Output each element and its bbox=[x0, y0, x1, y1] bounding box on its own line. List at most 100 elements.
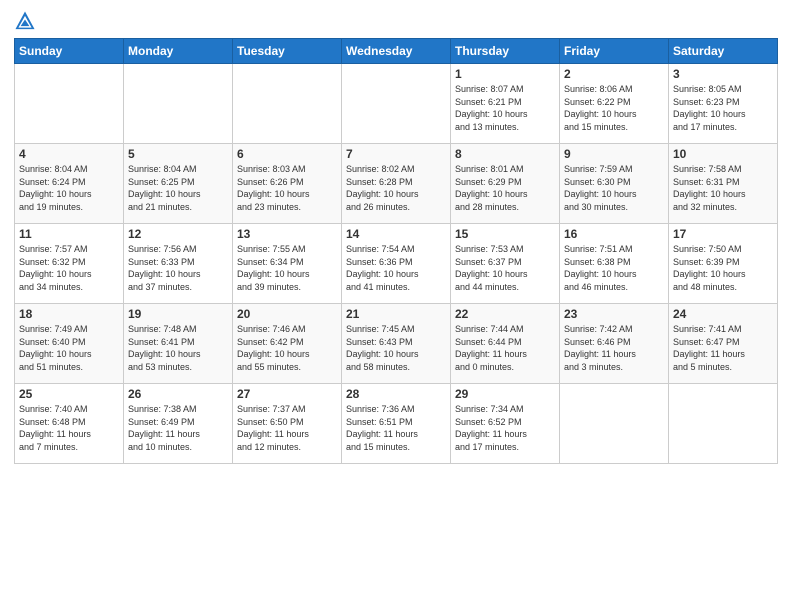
calendar-header bbox=[14, 10, 778, 32]
day-info: Sunrise: 8:01 AM Sunset: 6:29 PM Dayligh… bbox=[455, 163, 555, 213]
calendar-cell: 17 Sunrise: 7:50 AM Sunset: 6:39 PM Dayli… bbox=[669, 224, 778, 304]
day-header-tuesday: Tuesday bbox=[233, 39, 342, 64]
calendar-page: SundayMondayTuesdayWednesdayThursdayFrid… bbox=[0, 0, 792, 612]
day-number: 22 bbox=[455, 307, 555, 321]
day-number: 27 bbox=[237, 387, 337, 401]
day-info: Sunrise: 7:38 AM Sunset: 6:49 PM Dayligh… bbox=[128, 403, 228, 453]
day-number: 17 bbox=[673, 227, 773, 241]
day-info: Sunrise: 7:45 AM Sunset: 6:43 PM Dayligh… bbox=[346, 323, 446, 373]
calendar-cell: 1Sunrise: 8:07 AM Sunset: 6:21 PM Daylig… bbox=[451, 64, 560, 144]
calendar-cell: 3Sunrise: 8:05 AM Sunset: 6:23 PM Daylig… bbox=[669, 64, 778, 144]
logo-icon bbox=[14, 10, 36, 32]
calendar-cell bbox=[342, 64, 451, 144]
day-info: Sunrise: 7:40 AM Sunset: 6:48 PM Dayligh… bbox=[19, 403, 119, 453]
calendar-cell: 12 Sunrise: 7:56 AM Sunset: 6:33 PM Dayli… bbox=[124, 224, 233, 304]
calendar-week-5: 25 Sunrise: 7:40 AM Sunset: 6:48 PM Dayli… bbox=[15, 384, 778, 464]
day-info: Sunrise: 7:48 AM Sunset: 6:41 PM Dayligh… bbox=[128, 323, 228, 373]
day-number: 28 bbox=[346, 387, 446, 401]
calendar-cell: 25 Sunrise: 7:40 AM Sunset: 6:48 PM Dayli… bbox=[15, 384, 124, 464]
day-number: 3 bbox=[673, 67, 773, 81]
day-number: 15 bbox=[455, 227, 555, 241]
calendar-cell: 7 Sunrise: 8:02 AM Sunset: 6:28 PM Daylig… bbox=[342, 144, 451, 224]
day-info: Sunrise: 8:04 AM Sunset: 6:25 PM Dayligh… bbox=[128, 163, 228, 213]
calendar-week-4: 18 Sunrise: 7:49 AM Sunset: 6:40 PM Dayli… bbox=[15, 304, 778, 384]
day-info: Sunrise: 7:50 AM Sunset: 6:39 PM Dayligh… bbox=[673, 243, 773, 293]
day-info: Sunrise: 7:36 AM Sunset: 6:51 PM Dayligh… bbox=[346, 403, 446, 453]
day-info: Sunrise: 8:02 AM Sunset: 6:28 PM Dayligh… bbox=[346, 163, 446, 213]
day-info: Sunrise: 7:54 AM Sunset: 6:36 PM Dayligh… bbox=[346, 243, 446, 293]
calendar-cell: 26Sunrise: 7:38 AM Sunset: 6:49 PM Dayli… bbox=[124, 384, 233, 464]
day-number: 11 bbox=[19, 227, 119, 241]
day-number: 14 bbox=[346, 227, 446, 241]
day-number: 18 bbox=[19, 307, 119, 321]
day-info: Sunrise: 8:04 AM Sunset: 6:24 PM Dayligh… bbox=[19, 163, 119, 213]
calendar-cell: 27 Sunrise: 7:37 AM Sunset: 6:50 PM Dayli… bbox=[233, 384, 342, 464]
calendar-cell: 4 Sunrise: 8:04 AM Sunset: 6:24 PM Daylig… bbox=[15, 144, 124, 224]
day-header-saturday: Saturday bbox=[669, 39, 778, 64]
day-number: 5 bbox=[128, 147, 228, 161]
calendar-cell: 13 Sunrise: 7:55 AM Sunset: 6:34 PM Dayli… bbox=[233, 224, 342, 304]
day-number: 10 bbox=[673, 147, 773, 161]
calendar-cell: 10 Sunrise: 7:58 AM Sunset: 6:31 PM Dayli… bbox=[669, 144, 778, 224]
day-number: 16 bbox=[564, 227, 664, 241]
calendar-cell: 21 Sunrise: 7:45 AM Sunset: 6:43 PM Dayli… bbox=[342, 304, 451, 384]
day-number: 6 bbox=[237, 147, 337, 161]
day-info: Sunrise: 7:55 AM Sunset: 6:34 PM Dayligh… bbox=[237, 243, 337, 293]
day-header-sunday: Sunday bbox=[15, 39, 124, 64]
calendar-cell: 28 Sunrise: 7:36 AM Sunset: 6:51 PM Dayli… bbox=[342, 384, 451, 464]
day-header-friday: Friday bbox=[560, 39, 669, 64]
day-info: Sunrise: 7:57 AM Sunset: 6:32 PM Dayligh… bbox=[19, 243, 119, 293]
calendar-cell: 5 Sunrise: 8:04 AM Sunset: 6:25 PM Daylig… bbox=[124, 144, 233, 224]
calendar-cell: 11 Sunrise: 7:57 AM Sunset: 6:32 PM Dayli… bbox=[15, 224, 124, 304]
day-info: Sunrise: 7:37 AM Sunset: 6:50 PM Dayligh… bbox=[237, 403, 337, 453]
day-header-wednesday: Wednesday bbox=[342, 39, 451, 64]
calendar-cell: 18 Sunrise: 7:49 AM Sunset: 6:40 PM Dayli… bbox=[15, 304, 124, 384]
calendar-cell: 19 Sunrise: 7:48 AM Sunset: 6:41 PM Dayli… bbox=[124, 304, 233, 384]
calendar-cell: 15Sunrise: 7:53 AM Sunset: 6:37 PM Dayli… bbox=[451, 224, 560, 304]
day-number: 19 bbox=[128, 307, 228, 321]
day-number: 21 bbox=[346, 307, 446, 321]
day-info: Sunrise: 7:44 AM Sunset: 6:44 PM Dayligh… bbox=[455, 323, 555, 373]
day-number: 4 bbox=[19, 147, 119, 161]
calendar-cell bbox=[233, 64, 342, 144]
day-info: Sunrise: 7:58 AM Sunset: 6:31 PM Dayligh… bbox=[673, 163, 773, 213]
calendar-cell: 6 Sunrise: 8:03 AM Sunset: 6:26 PM Daylig… bbox=[233, 144, 342, 224]
day-number: 24 bbox=[673, 307, 773, 321]
day-info: Sunrise: 7:42 AM Sunset: 6:46 PM Dayligh… bbox=[564, 323, 664, 373]
day-number: 23 bbox=[564, 307, 664, 321]
day-info: Sunrise: 7:46 AM Sunset: 6:42 PM Dayligh… bbox=[237, 323, 337, 373]
logo bbox=[14, 10, 40, 32]
calendar-cell: 24 Sunrise: 7:41 AM Sunset: 6:47 PM Dayli… bbox=[669, 304, 778, 384]
day-info: Sunrise: 7:56 AM Sunset: 6:33 PM Dayligh… bbox=[128, 243, 228, 293]
day-number: 12 bbox=[128, 227, 228, 241]
day-number: 7 bbox=[346, 147, 446, 161]
day-number: 13 bbox=[237, 227, 337, 241]
day-header-monday: Monday bbox=[124, 39, 233, 64]
day-info: Sunrise: 8:03 AM Sunset: 6:26 PM Dayligh… bbox=[237, 163, 337, 213]
day-number: 25 bbox=[19, 387, 119, 401]
calendar-cell bbox=[669, 384, 778, 464]
day-number: 2 bbox=[564, 67, 664, 81]
calendar-cell bbox=[560, 384, 669, 464]
calendar-cell: 29 Sunrise: 7:34 AM Sunset: 6:52 PM Dayli… bbox=[451, 384, 560, 464]
calendar-table: SundayMondayTuesdayWednesdayThursdayFrid… bbox=[14, 38, 778, 464]
calendar-cell: 14 Sunrise: 7:54 AM Sunset: 6:36 PM Dayli… bbox=[342, 224, 451, 304]
day-header-thursday: Thursday bbox=[451, 39, 560, 64]
day-info: Sunrise: 7:41 AM Sunset: 6:47 PM Dayligh… bbox=[673, 323, 773, 373]
calendar-cell: 16 Sunrise: 7:51 AM Sunset: 6:38 PM Dayli… bbox=[560, 224, 669, 304]
day-info: Sunrise: 8:06 AM Sunset: 6:22 PM Dayligh… bbox=[564, 83, 664, 133]
day-number: 29 bbox=[455, 387, 555, 401]
calendar-cell: 8Sunrise: 8:01 AM Sunset: 6:29 PM Daylig… bbox=[451, 144, 560, 224]
day-info: Sunrise: 7:59 AM Sunset: 6:30 PM Dayligh… bbox=[564, 163, 664, 213]
day-info: Sunrise: 7:34 AM Sunset: 6:52 PM Dayligh… bbox=[455, 403, 555, 453]
calendar-week-2: 4 Sunrise: 8:04 AM Sunset: 6:24 PM Daylig… bbox=[15, 144, 778, 224]
day-number: 9 bbox=[564, 147, 664, 161]
day-info: Sunrise: 7:51 AM Sunset: 6:38 PM Dayligh… bbox=[564, 243, 664, 293]
calendar-week-3: 11 Sunrise: 7:57 AM Sunset: 6:32 PM Dayli… bbox=[15, 224, 778, 304]
calendar-cell bbox=[15, 64, 124, 144]
calendar-cell bbox=[124, 64, 233, 144]
day-number: 20 bbox=[237, 307, 337, 321]
calendar-cell: 22 Sunrise: 7:44 AM Sunset: 6:44 PM Dayli… bbox=[451, 304, 560, 384]
day-info: Sunrise: 7:49 AM Sunset: 6:40 PM Dayligh… bbox=[19, 323, 119, 373]
calendar-cell: 2 Sunrise: 8:06 AM Sunset: 6:22 PM Daylig… bbox=[560, 64, 669, 144]
